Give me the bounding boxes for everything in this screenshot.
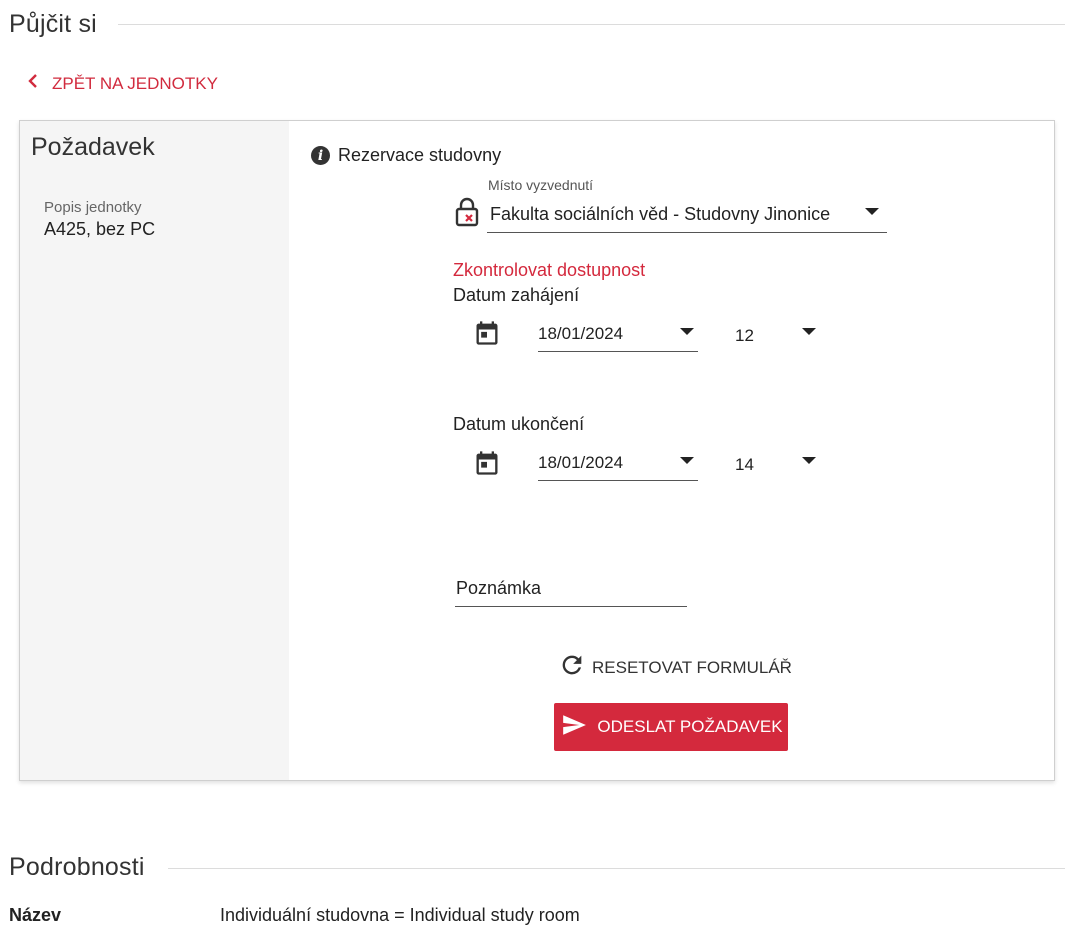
- title-divider: [118, 24, 1065, 25]
- chevron-down-icon: [680, 328, 694, 335]
- submit-request-label: ODESLAT POŽADAVEK: [597, 717, 783, 736]
- start-date-value: 18/01/2024: [538, 324, 624, 343]
- start-date-label: Datum zahájení: [453, 285, 580, 305]
- info-icon: i: [311, 146, 330, 165]
- reservation-info: i Rezervace studovny: [311, 145, 501, 166]
- end-hour-select[interactable]: 14: [734, 446, 820, 481]
- reset-form-label: RESETOVAT FORMULÁŘ: [592, 657, 792, 677]
- reservation-info-text: Rezervace studovny: [338, 145, 502, 165]
- chevron-left-icon: [26, 73, 40, 94]
- pickup-location-label: Místo vyzvednutí: [488, 177, 594, 193]
- unit-description-label: Popis jednotky: [44, 199, 142, 216]
- back-link-label: ZPĚT NA JEDNOTKY: [52, 73, 218, 93]
- chevron-down-icon: [865, 208, 879, 215]
- details-divider: [168, 868, 1065, 869]
- unit-description-value: A425, bez PC: [44, 219, 156, 239]
- details-row-value-wrap: Individuální studovna = Individual study…: [220, 905, 580, 926]
- details-row: Název: [9, 905, 61, 926]
- details-title: Podrobnosti: [9, 853, 145, 881]
- request-summary-panel: Požadavek Popis jednotky A425, bez PC: [20, 121, 289, 780]
- send-icon: [559, 712, 589, 743]
- start-hour-select[interactable]: 12: [734, 317, 820, 352]
- pickup-location-value: Fakulta sociálních věd - Studovny Jinoni…: [490, 204, 831, 224]
- note-field[interactable]: Poznámka: [455, 571, 687, 607]
- details-row-key: Název: [9, 905, 62, 925]
- request-title: Požadavek: [31, 133, 155, 161]
- check-availability-link[interactable]: Zkontrolovat dostupnost: [453, 260, 645, 281]
- calendar-icon[interactable]: [473, 319, 501, 352]
- end-hour-value: 14: [735, 455, 754, 474]
- end-date-value: 18/01/2024: [538, 453, 624, 472]
- details-row-value: Individuální studovna = Individual study…: [220, 905, 580, 925]
- chevron-down-icon: [680, 457, 694, 464]
- start-hour-value: 12: [735, 326, 754, 345]
- calendar-icon[interactable]: [473, 449, 501, 482]
- page-title: Půjčit si: [9, 10, 97, 38]
- request-card: Požadavek Popis jednotky A425, bez PC i …: [19, 120, 1055, 781]
- back-to-units-link[interactable]: ZPĚT NA JEDNOTKY: [26, 73, 218, 94]
- submit-request-button[interactable]: ODESLAT POŽADAVEK: [554, 703, 788, 751]
- reset-form-button[interactable]: RESETOVAT FORMULÁŘ: [558, 651, 792, 684]
- end-date-input[interactable]: 18/01/2024: [538, 446, 698, 481]
- pickup-location-select[interactable]: Fakulta sociálních věd - Studovny Jinoni…: [487, 197, 887, 233]
- chevron-down-icon: [802, 457, 816, 464]
- start-date-input[interactable]: 18/01/2024: [538, 317, 698, 352]
- end-date-label: Datum ukončení: [453, 414, 585, 434]
- refresh-icon: [558, 651, 586, 684]
- note-label: Poznámka: [456, 578, 542, 598]
- chevron-down-icon: [802, 328, 816, 335]
- lock-icon: [454, 197, 480, 232]
